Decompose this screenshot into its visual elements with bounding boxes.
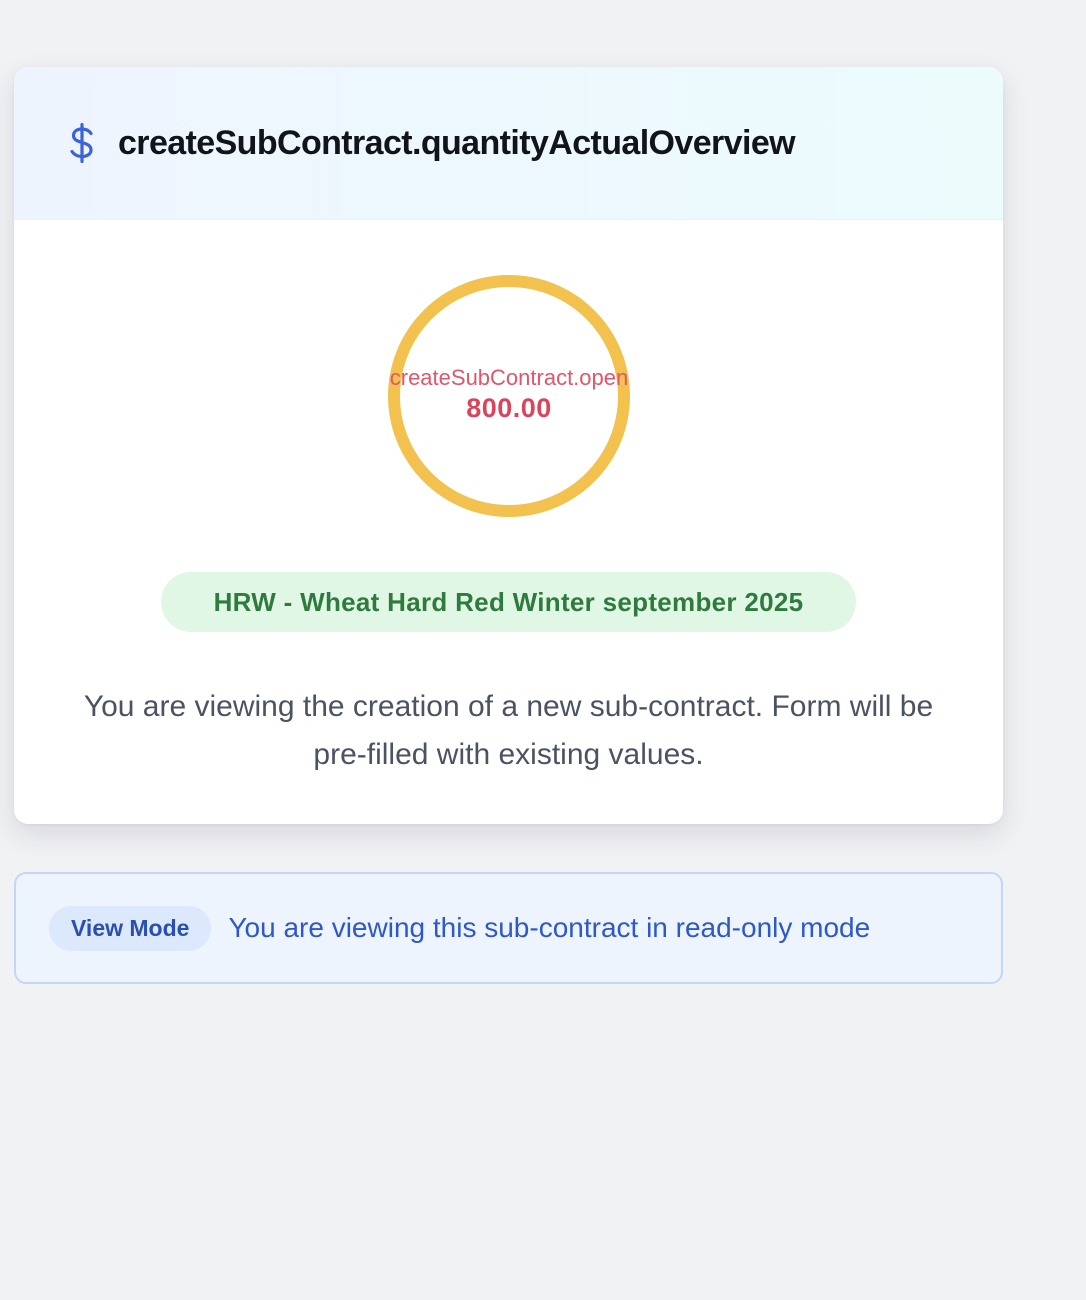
open-quantity-ring: createSubContract.open 800.00	[388, 275, 630, 517]
view-mode-message: You are viewing this sub-contract in rea…	[228, 912, 871, 943]
quantity-overview-card: createSubContract.quantityActualOverview…	[14, 67, 1003, 824]
view-mode-badge: View Mode	[49, 905, 212, 951]
view-mode-notice: View Mode You are viewing this sub-contr…	[14, 872, 1003, 984]
dollar-icon	[66, 122, 98, 164]
card-header: createSubContract.quantityActualOverview	[14, 67, 1003, 220]
card-body: createSubContract.open 800.00 HRW - Whea…	[14, 220, 1003, 824]
ring-label: createSubContract.open	[389, 365, 629, 390]
card-description: You are viewing the creation of a new su…	[83, 690, 934, 771]
commodity-badge: HRW - Wheat Hard Red Winter september 20…	[161, 572, 856, 632]
card-title: createSubContract.quantityActualOverview	[118, 123, 796, 162]
ring-value: 800.00	[466, 393, 552, 423]
